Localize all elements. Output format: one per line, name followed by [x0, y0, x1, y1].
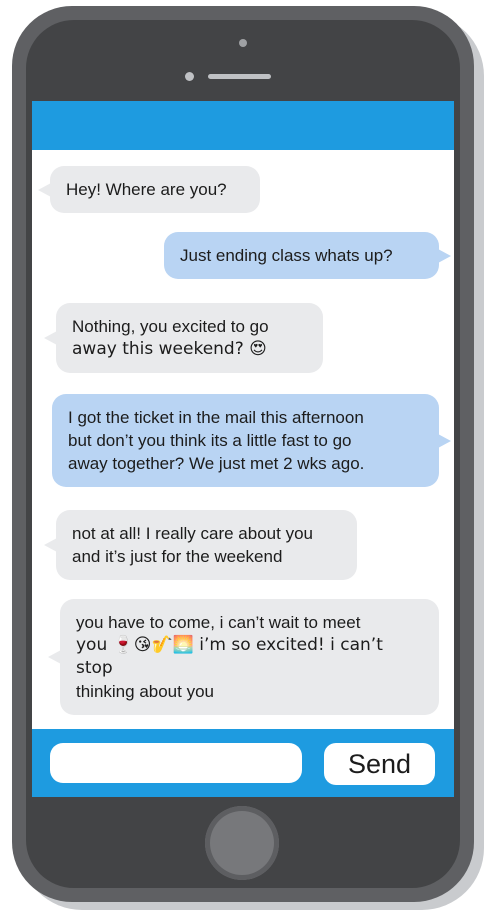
message-line: but don’t you think its a little fast to…	[68, 431, 352, 450]
send-button[interactable]: Send	[324, 743, 435, 785]
status-bar	[32, 101, 454, 150]
message-line: away this weekend? 😍	[72, 339, 267, 359]
message-line: Just ending class whats up?	[180, 246, 393, 265]
message-line: Hey! Where are you?	[66, 180, 227, 199]
home-button[interactable]	[205, 806, 279, 880]
composer-bar: Send	[32, 729, 454, 797]
message-line: not at all! I really care about you	[72, 524, 313, 543]
message-line: away together? We just met 2 wks ago.	[68, 454, 365, 473]
message-bubble-incoming: you have to come, i can’t wait to meet y…	[48, 599, 439, 715]
message-line: you 🍷😘🎷🌅 i’m so excited! i can’t stop	[76, 635, 383, 678]
phone-frame: Hey! Where are you? Just ending class wh…	[12, 6, 474, 902]
speaker-icon	[208, 74, 271, 79]
message-line: thinking about you	[76, 682, 214, 701]
message-input[interactable]	[50, 743, 302, 783]
message-line: Nothing, you excited to go	[72, 317, 269, 336]
message-bubble-incoming: not at all! I really care about you and …	[44, 510, 357, 580]
message-bubble-outgoing: I got the ticket in the mail this aftern…	[52, 394, 451, 487]
message-bubble-incoming: Nothing, you excited to go away this wee…	[44, 303, 323, 373]
message-line: and it’s just for the weekend	[72, 547, 283, 566]
message-line: I got the ticket in the mail this aftern…	[68, 408, 364, 427]
message-bubble-incoming: Hey! Where are you?	[38, 166, 260, 213]
message-line: you have to come, i can’t wait to meet	[76, 613, 361, 632]
chat-thread: Hey! Where are you? Just ending class wh…	[32, 150, 454, 729]
message-bubble-outgoing: Just ending class whats up?	[164, 232, 451, 279]
sensor-icon	[185, 72, 194, 81]
camera-icon	[239, 39, 247, 47]
phone-screen: Hey! Where are you? Just ending class wh…	[32, 101, 454, 797]
